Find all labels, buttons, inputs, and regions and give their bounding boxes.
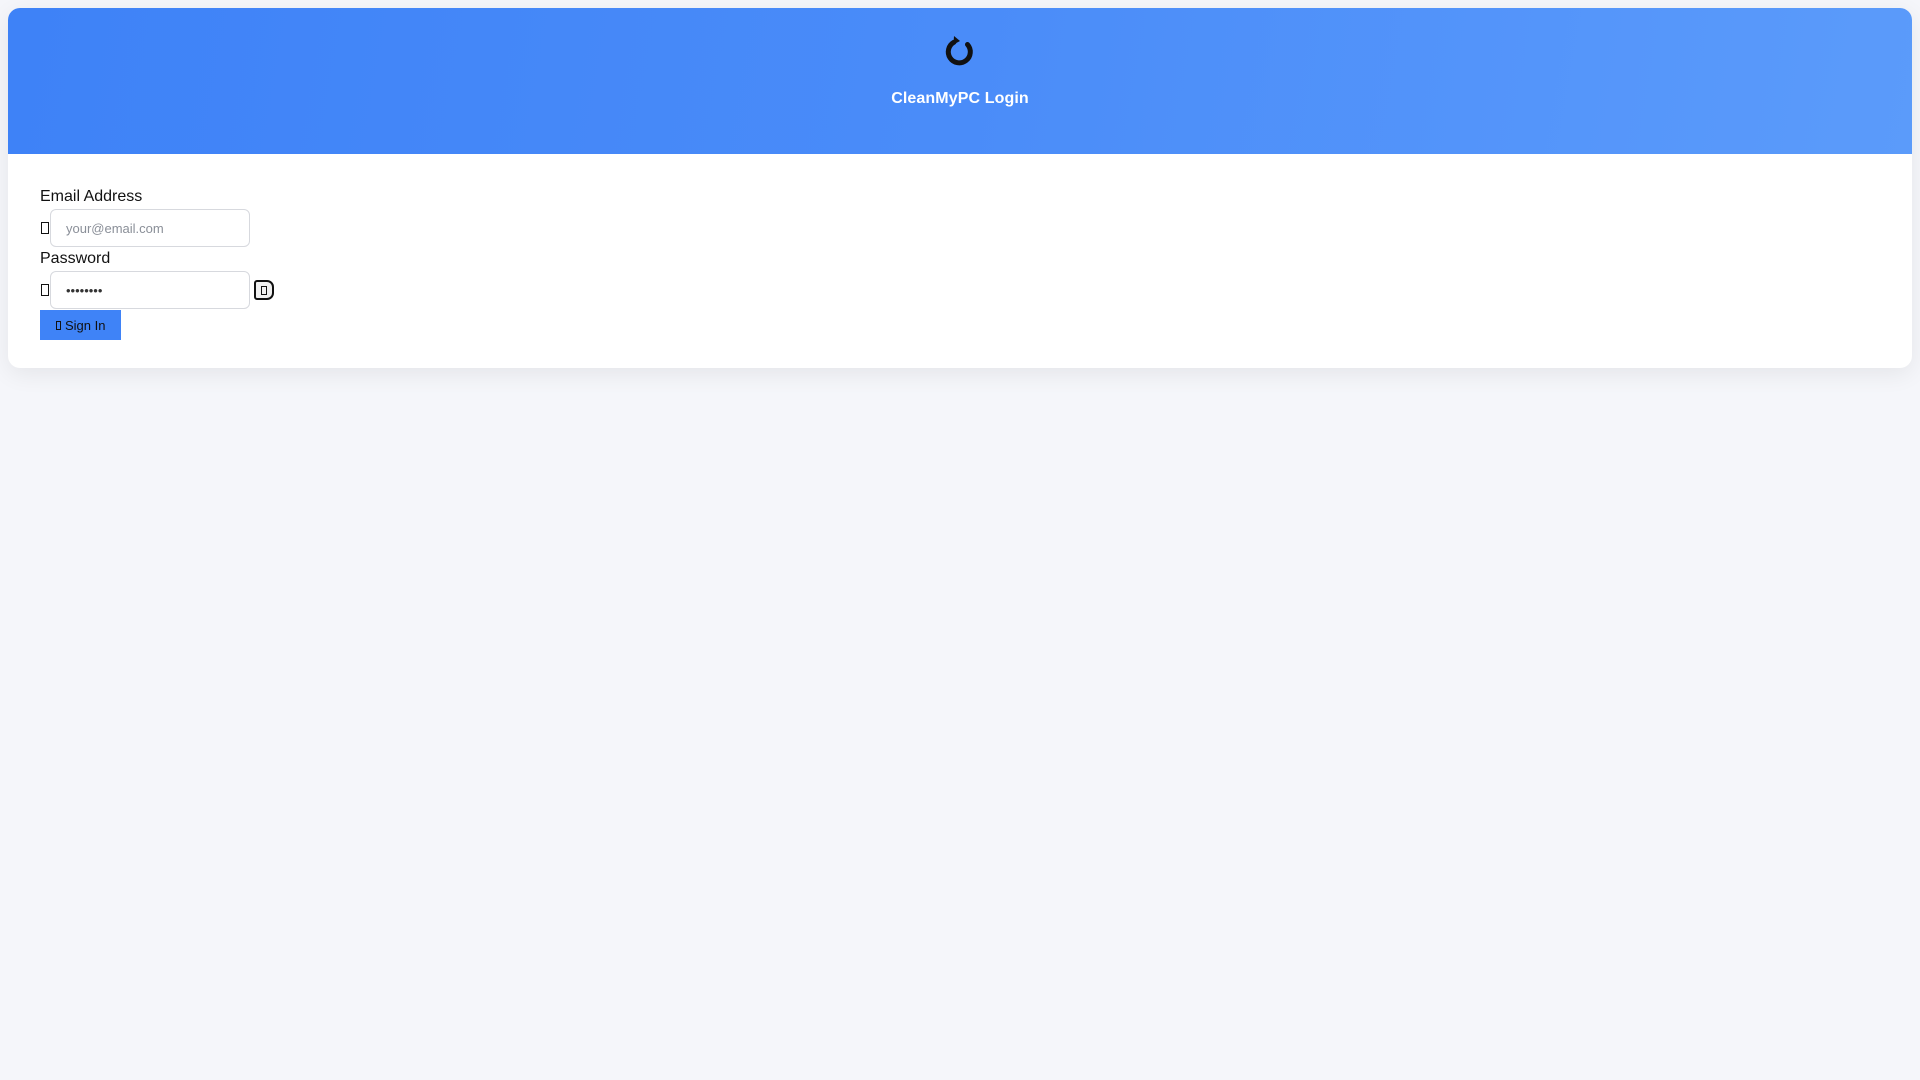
toggle-password-button[interactable] [254, 280, 274, 300]
lock-icon [40, 283, 50, 297]
sign-in-button[interactable]: Sign In [40, 310, 122, 340]
password-field[interactable] [50, 271, 250, 309]
sign-in-icon [56, 320, 61, 330]
email-icon [40, 221, 50, 235]
refresh-icon [945, 36, 973, 66]
email-label: Email Address [40, 188, 143, 205]
email-row [40, 208, 1880, 248]
login-form: Email Address Password Sign In [8, 154, 1912, 340]
sign-in-label: Sign In [65, 317, 106, 333]
eye-icon [261, 285, 267, 295]
email-field[interactable] [50, 209, 250, 247]
password-label: Password [40, 250, 111, 267]
login-header: CleanMyPC Login [8, 8, 1912, 154]
page-title: CleanMyPC Login [891, 90, 1029, 107]
login-card: CleanMyPC Login Email Address Password S… [8, 8, 1912, 368]
password-row [40, 270, 1880, 310]
